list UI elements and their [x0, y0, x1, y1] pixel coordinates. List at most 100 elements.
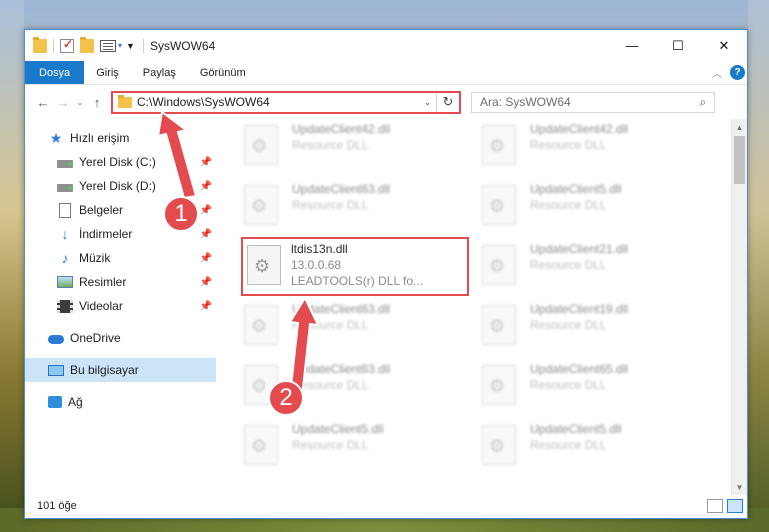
annotation-badge-1: 1 — [163, 196, 199, 232]
refresh-button[interactable]: ↻ — [437, 94, 459, 110]
nav-label: Resimler — [79, 275, 127, 289]
nav-this-pc[interactable]: Bu bilgisayar — [25, 358, 216, 382]
search-input[interactable] — [480, 95, 692, 109]
window-controls: — ☐ ✕ — [609, 30, 747, 61]
nav-quick-access[interactable]: ★ Hızlı erişim — [25, 126, 216, 150]
file-item[interactable]: UpdateClient42.dll Resource DLL — [244, 119, 444, 171]
tab-view[interactable]: Görünüm — [188, 61, 258, 84]
annotation-badge-2: 2 — [268, 380, 304, 416]
file-item[interactable]: UpdateClient42.dll Resource DLL — [482, 119, 682, 171]
close-button[interactable]: ✕ — [701, 30, 747, 61]
file-name: UpdateClient5.dll — [292, 422, 384, 436]
nav-label: Yerel Disk (D:) — [79, 179, 156, 193]
ribbon-tabs: Dosya Giriş Paylaş Görünüm ︿ ? — [25, 61, 747, 85]
vertical-scrollbar[interactable]: ▲ ▼ — [731, 119, 747, 495]
scroll-up-icon[interactable]: ▲ — [732, 119, 747, 135]
details-view-icon[interactable] — [707, 499, 723, 513]
collapse-ribbon-icon[interactable]: ︿ — [712, 65, 722, 80]
file-desc: Resource DLL — [530, 318, 607, 332]
divider — [142, 38, 144, 53]
navigation-pane: ★ Hızlı erişim Yerel Disk (C:) 📌 Yerel D… — [25, 119, 216, 495]
nav-item-music[interactable]: ♪ Müzik 📌 — [25, 246, 216, 270]
dll-file-icon — [482, 245, 516, 285]
new-folder-icon[interactable] — [80, 36, 94, 53]
videos-icon — [57, 299, 73, 313]
address-bar[interactable]: C:\Windows\SysWOW64 ⌄ ↻ — [111, 90, 461, 114]
file-desc: Resource DLL — [292, 438, 369, 452]
back-button[interactable]: ← — [33, 95, 53, 110]
desktop-background-left — [0, 0, 24, 532]
tab-share[interactable]: Paylaş — [131, 61, 188, 84]
file-item[interactable]: UpdateClient5.dll Resource DLL — [482, 419, 682, 471]
file-item[interactable]: UpdateClient65.dll Resource DLL — [482, 359, 682, 411]
file-desc: Resource DLL — [530, 438, 607, 452]
address-path[interactable]: C:\Windows\SysWOW64 — [137, 95, 419, 109]
disk-icon — [57, 159, 73, 168]
nav-network[interactable]: Ağ — [25, 390, 216, 414]
file-name: ltdis13n.dll — [291, 242, 348, 256]
file-item[interactable]: UpdateClient5.dll Resource DLL — [244, 419, 444, 471]
nav-label: İndirmeler — [79, 227, 133, 241]
view-caret-icon[interactable]: ▾ — [118, 41, 122, 50]
pictures-icon — [57, 276, 73, 288]
pin-icon: 📌 — [199, 156, 212, 168]
nav-item-local-disk-d[interactable]: Yerel Disk (D:) 📌 — [25, 174, 216, 198]
help-icon[interactable]: ? — [730, 65, 745, 80]
scroll-down-icon[interactable]: ▼ — [732, 479, 747, 495]
nav-onedrive[interactable]: OneDrive — [25, 326, 216, 350]
forward-button[interactable]: → — [53, 95, 73, 110]
computer-icon — [48, 364, 64, 376]
file-desc: Resource DLL — [530, 198, 607, 212]
disk-icon — [57, 183, 73, 192]
pin-icon: 📌 — [199, 228, 212, 240]
nav-label: Videolar — [79, 299, 123, 313]
file-desc: Resource DLL — [530, 138, 607, 152]
file-desc: Resource DLL — [530, 378, 607, 392]
file-name: UpdateClient5.dll — [530, 182, 622, 196]
nav-label: Ağ — [68, 395, 83, 409]
status-bar: 101 öğe — [25, 494, 747, 518]
dll-file-icon — [482, 305, 516, 345]
dll-file-icon — [482, 425, 516, 465]
file-item-ltdis13n[interactable]: ltdis13n.dll 13.0.0.68 LEADTOOLS(r) DLL fo… — [241, 237, 469, 296]
file-item[interactable]: UpdateClient5.dll Resource DLL — [482, 179, 682, 231]
search-icon[interactable]: ⌕ — [692, 95, 714, 110]
content-area: ★ Hızlı erişim Yerel Disk (C:) 📌 Yerel D… — [25, 119, 747, 495]
file-item[interactable]: UpdateClient19.dll Resource DLL — [482, 299, 682, 351]
window-title: SysWOW64 — [149, 38, 216, 53]
nav-item-local-disk-c[interactable]: Yerel Disk (C:) 📌 — [25, 150, 216, 174]
file-name: UpdateClient5.dll — [530, 422, 622, 436]
file-desc: Resource DLL — [292, 318, 369, 332]
scroll-thumb[interactable] — [734, 136, 745, 184]
search-box[interactable]: ⌕ — [471, 91, 715, 113]
divider — [53, 38, 54, 53]
nav-item-videos[interactable]: Videolar 📌 — [25, 294, 216, 318]
file-name: UpdateClient65.dll — [530, 362, 629, 376]
file-item[interactable]: UpdateClient21.dll Resource DLL — [482, 239, 682, 291]
tiles-view-icon[interactable] — [727, 499, 743, 513]
file-item[interactable]: UpdateClient63.dll Resource DLL — [244, 299, 444, 351]
quick-access-dropdown-icon[interactable]: ▼ — [126, 41, 135, 51]
nav-label: Müzik — [79, 251, 111, 265]
tab-home[interactable]: Giriş — [84, 61, 131, 84]
recent-locations-icon[interactable]: ⌄ — [73, 98, 87, 107]
nav-item-pictures[interactable]: Resimler 📌 — [25, 270, 216, 294]
dll-file-icon — [244, 125, 278, 165]
file-version: 13.0.0.68 — [291, 258, 342, 272]
desktop-background-right — [748, 0, 769, 532]
file-name: UpdateClient63.dll — [292, 182, 391, 196]
pin-icon: 📌 — [199, 180, 212, 192]
tab-file[interactable]: Dosya — [25, 61, 85, 84]
address-dropdown-icon[interactable]: ⌄ — [419, 92, 437, 112]
properties-icon[interactable] — [60, 37, 74, 53]
maximize-button[interactable]: ☐ — [655, 30, 701, 61]
file-name: UpdateClient19.dll — [530, 302, 629, 316]
minimize-button[interactable]: — — [609, 30, 655, 61]
file-item[interactable]: UpdateClient63.dll Resource DLL — [244, 179, 444, 231]
file-name: UpdateClient21.dll — [530, 242, 629, 256]
up-button[interactable]: ↑ — [87, 95, 107, 110]
file-name: UpdateClient42.dll — [530, 122, 629, 136]
view-icon[interactable] — [100, 39, 116, 52]
folder-icon — [118, 94, 132, 108]
nav-label: OneDrive — [70, 331, 121, 345]
